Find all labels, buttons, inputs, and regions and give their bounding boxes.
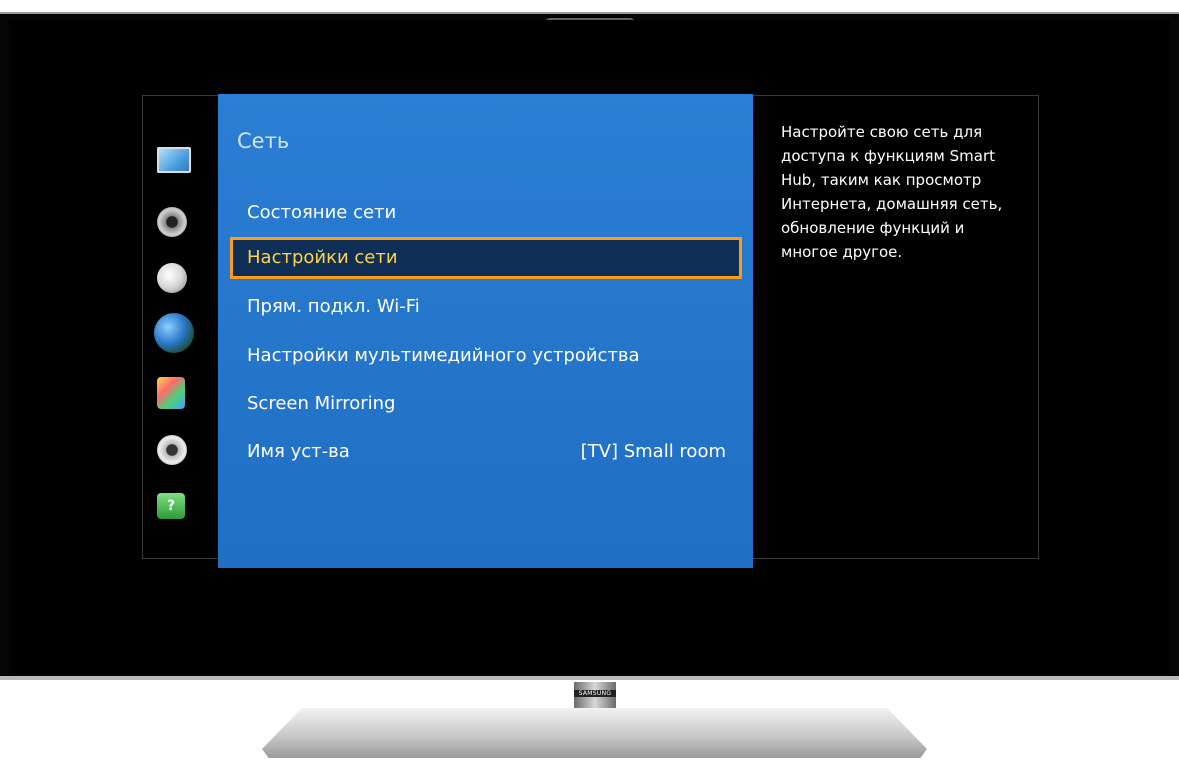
- menu-item-wifi-direct[interactable]: Прям. подкл. Wi-Fi: [230, 286, 742, 328]
- network-menu-panel: Сеть Состояние сети Настройки сети Прям.…: [218, 94, 753, 568]
- menu-item-network-status[interactable]: Состояние сети: [230, 192, 742, 234]
- sound-icon[interactable]: [157, 207, 187, 237]
- menu-item-multimedia-device-settings[interactable]: Настройки мультимедийного устройства: [230, 335, 742, 377]
- menu-item-screen-mirroring[interactable]: Screen Mirroring: [230, 383, 742, 425]
- menu-item-label: Прям. подкл. Wi-Fi: [247, 296, 420, 317]
- system-gear-icon[interactable]: [157, 435, 187, 465]
- menu-item-network-settings[interactable]: Настройки сети: [230, 237, 742, 279]
- menu-item-label: Настройки мультимедийного устройства: [247, 345, 640, 366]
- menu-item-label: Состояние сети: [247, 202, 397, 223]
- brand-logo: SAMSUNG: [574, 690, 616, 697]
- menu-item-device-name[interactable]: Имя уст-ва [TV] Small room: [230, 431, 742, 473]
- tv-stand-base: [262, 708, 927, 758]
- smart-features-icon[interactable]: [157, 377, 185, 409]
- device-name-value: [TV] Small room: [580, 441, 726, 462]
- panel-title: Сеть: [237, 129, 290, 153]
- network-globe-icon[interactable]: [154, 313, 194, 353]
- menu-item-label: Настройки сети: [247, 247, 398, 268]
- broadcast-icon[interactable]: [157, 263, 187, 293]
- picture-icon[interactable]: [157, 147, 191, 173]
- menu-item-label: Имя уст-ва: [247, 441, 350, 462]
- menu-item-label: Screen Mirroring: [247, 393, 396, 414]
- help-description: Настройте свою сеть для доступа к функци…: [781, 123, 1003, 261]
- support-help-icon[interactable]: ?: [157, 493, 185, 519]
